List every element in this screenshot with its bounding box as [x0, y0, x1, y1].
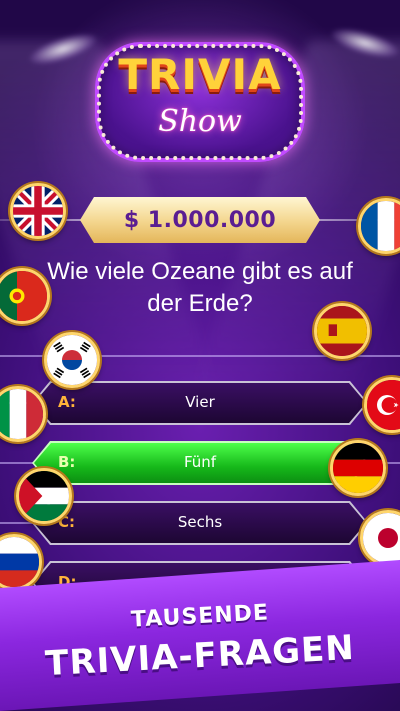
- answer-button-b[interactable]: B: Fünf: [32, 441, 368, 485]
- south-korea-flag-icon: [44, 332, 100, 388]
- answer-text: Vier: [185, 393, 215, 411]
- answer-button-c[interactable]: C: Sechs: [32, 501, 368, 545]
- spain-flag-icon: [314, 303, 370, 359]
- answer-text: Sechs: [177, 513, 223, 531]
- uk-flag-icon: [10, 183, 66, 239]
- turkey-flag-icon: [364, 377, 400, 433]
- germany-flag-icon: [330, 440, 386, 496]
- palestine-flag-icon: [16, 468, 72, 524]
- japan-flag-icon: [360, 510, 400, 566]
- prize-amount: $ 1.000.000: [123, 207, 277, 233]
- question-text: Wie viele Ozeane gibt es auf der Erde?: [47, 258, 353, 317]
- trivia-show-logo: TRIVIA Show: [95, 42, 305, 162]
- logo-title: TRIVIA: [118, 50, 282, 99]
- answer-text: Fünf: [183, 453, 217, 471]
- answer-button-a[interactable]: A: Vier: [32, 381, 368, 425]
- prize-amount-bar: $ 1.000.000: [80, 197, 320, 243]
- logo-subtitle: Show: [158, 104, 242, 139]
